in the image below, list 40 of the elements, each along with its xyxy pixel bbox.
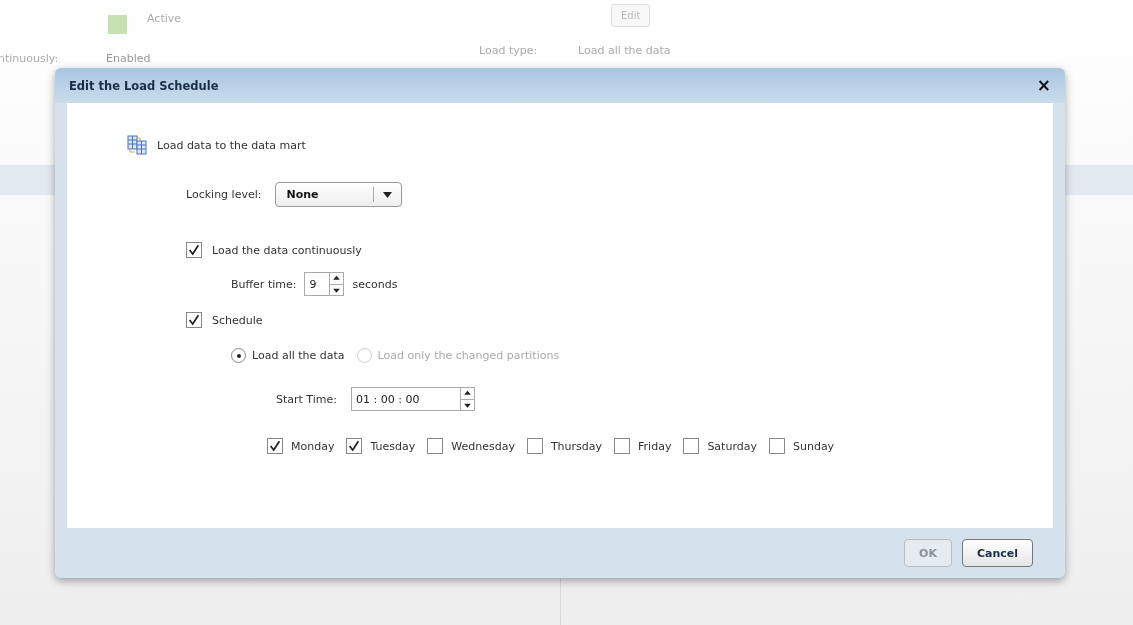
buffer-time-spinner[interactable]: 9 [304, 272, 345, 296]
status-square-icon [108, 14, 127, 34]
checkbox-label: Sunday [792, 439, 835, 453]
caret-icon[interactable] [383, 191, 393, 198]
checkbox[interactable] [614, 438, 631, 454]
radio-label: Load only the changed partitions [377, 349, 560, 362]
start-time-spinner[interactable]: 01 : 00 : 00 [351, 387, 475, 411]
checkbox-label: Wednesday [451, 439, 515, 453]
dialog-button[interactable]: Cancel [961, 539, 1033, 567]
spinner-arrows-icon[interactable] [329, 273, 344, 295]
checkbox[interactable] [427, 438, 444, 454]
checkbox[interactable] [186, 312, 202, 328]
section-heading: Load data to the data mart [157, 138, 306, 152]
spinner-arrows-icon[interactable] [460, 388, 474, 410]
table-icon [127, 135, 147, 155]
radio-label: Load all the data [252, 349, 345, 362]
checkbox[interactable] [768, 438, 785, 454]
field-value: Load all the data [578, 44, 671, 57]
checkbox-label: Load the data continuously [212, 243, 362, 257]
checkbox[interactable] [526, 438, 543, 454]
field-label: Buffer time: [231, 277, 297, 291]
field-value: Enabled [106, 52, 152, 65]
field-label: Start Time: [276, 392, 337, 406]
checkbox[interactable] [186, 242, 202, 258]
checkbox-label: Monday [291, 439, 335, 453]
dialog-title: Edit the Load Schedule [69, 78, 219, 93]
field-label: Locking level: [186, 188, 262, 201]
field-label: Load type: [479, 44, 539, 57]
locking-level-dropdown[interactable]: None [275, 182, 403, 207]
checkbox-label: Saturday [707, 439, 757, 453]
checkbox-label: Friday [638, 439, 672, 453]
checkbox[interactable] [683, 438, 700, 454]
unit-label: seconds [352, 277, 398, 291]
status-label: Active [147, 11, 182, 25]
checkbox[interactable] [267, 438, 283, 454]
checkbox-label: Thursday [550, 439, 603, 453]
close-button[interactable]: × [1036, 77, 1051, 94]
checkbox-label: Tuesday [370, 439, 416, 453]
checkbox[interactable] [346, 438, 363, 454]
checkbox-label: Schedule [212, 313, 263, 327]
